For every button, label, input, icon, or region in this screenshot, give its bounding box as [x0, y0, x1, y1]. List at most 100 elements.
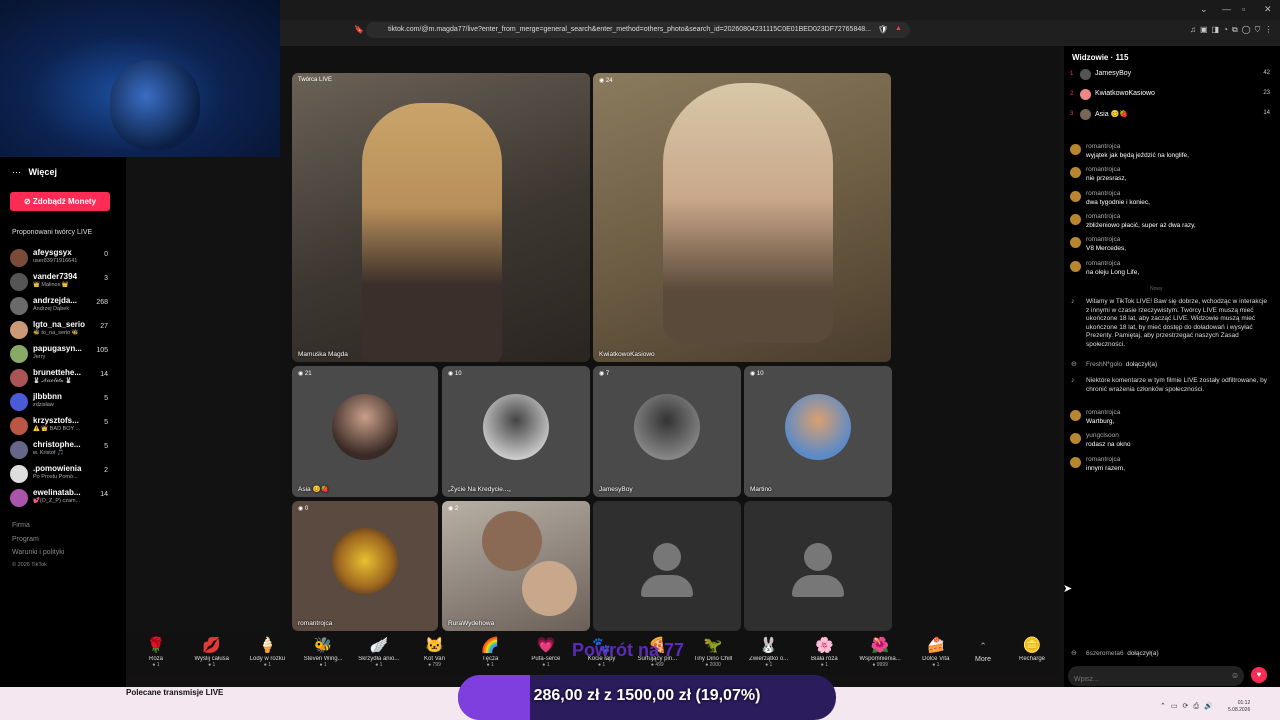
chat-username[interactable]: romantrojca	[1086, 456, 1120, 463]
emoji-icon[interactable]: ☺	[1231, 671, 1239, 680]
rank-number: 3	[1070, 111, 1074, 117]
tile-label: KwiatkowoKasiowo	[599, 351, 655, 358]
chat-username[interactable]: romantrojca	[1086, 166, 1120, 173]
tray-icons[interactable]: ⌃▭⟳⎙🔊	[1160, 702, 1218, 711]
suggested-creators-title: Proponowani twórcy LIVE	[12, 229, 93, 236]
extensions-icon[interactable]: ♫▣◨◔⧉◯⛉⋮	[1190, 25, 1276, 35]
creator-viewer-count: 268	[96, 299, 108, 306]
creator-item[interactable]: vander7394 👑 Malinos 👑 3	[10, 271, 110, 291]
creator-item[interactable]: .pomowienia Po Prostu Pomó... 2	[10, 463, 110, 483]
address-bar[interactable]: tiktok.com/@m.magda77/live?enter_from_me…	[366, 22, 910, 38]
ranking-row[interactable]: 2 KwiatkowoKasiowo 23	[1070, 87, 1270, 105]
gift-item[interactable]: 💋 Wyślij całusa ● 1	[184, 636, 240, 668]
chat-username[interactable]: romantrojca	[1086, 409, 1120, 416]
creator-item[interactable]: ewelinatab... 💕(O_Z_P) czam... 14	[10, 487, 110, 507]
filter-note: Niektóre komentarze w tym filmie LIVE zo…	[1086, 377, 1267, 393]
more-gifts-button[interactable]: ⌃ More	[955, 636, 1011, 663]
creator-item[interactable]: krzysztofs... ⚠️ 👑 BAD BOY ... 5	[10, 415, 110, 435]
creator-name: andrzejda...	[33, 296, 78, 305]
gift-icon: 🐰	[759, 637, 779, 654]
creator-viewer-count: 5	[104, 395, 108, 402]
footer-link-company[interactable]: Firma	[12, 522, 30, 529]
viewers-title[interactable]: Widzowie · 115	[1072, 53, 1128, 62]
footer-link-program[interactable]: Program	[12, 536, 39, 543]
guest-video-tile[interactable]: ◉ 2 RuraWydehowa	[442, 501, 590, 631]
creator-item[interactable]: lgto_na_serio 🐝 to_na_serio 🐝 27	[10, 319, 110, 339]
warning-icon[interactable]: ▲	[895, 25, 902, 32]
stream-overlay-text: Powrót na 77	[572, 640, 685, 660]
creator-item[interactable]: jlbbbnn zdzisław 5	[10, 391, 110, 411]
gift-item[interactable]: 🌺 Wspomnienia... ● 9999	[852, 636, 908, 668]
more-menu[interactable]: ⋯ Więcej	[12, 167, 57, 178]
chat-username[interactable]: romantrojca	[1086, 236, 1120, 243]
rank-number: 2	[1070, 91, 1074, 97]
shield-icon[interactable]: 🛡	[878, 25, 888, 34]
empty-seat-tile[interactable]	[593, 501, 741, 631]
recharge-button[interactable]: 🪙 Recharge	[1004, 636, 1060, 662]
gift-item[interactable]: 🦖 Tiny Dino Chill ● 2000	[685, 636, 741, 668]
chat-username[interactable]: romantrojca	[1086, 190, 1120, 197]
like-heart-button[interactable]: ♥	[1251, 667, 1267, 683]
gift-item[interactable]: 🐰 Zwierzątko o... ● 1	[741, 636, 797, 668]
guest-video-tile[interactable]: ◉ 24 KwiatkowoKasiowo	[593, 73, 891, 362]
join-icon: ⊖	[1071, 650, 1077, 657]
gift-item[interactable]: 🌹 Róża ● 1	[128, 636, 184, 668]
chat-input[interactable]	[1068, 666, 1244, 686]
viewer-count: ◉ 24	[599, 78, 613, 84]
guest-tile[interactable]: ◉ 10 Martino	[744, 366, 892, 497]
creator-viewer-count: 14	[100, 491, 108, 498]
gift-item[interactable]: 🌈 Tęcza ● 1	[462, 636, 518, 668]
gift-item[interactable]: 💗 Pufa-serce ● 1	[518, 636, 574, 668]
guest-tile[interactable]: ◉ 0 romantrojca	[292, 501, 438, 631]
webcam-overlay	[0, 0, 280, 157]
ranking-row[interactable]: 3 Asia 😊🍓 14	[1070, 107, 1270, 125]
guest-tile[interactable]: ◉ 10 „Życie Na Kredycie...„	[442, 366, 590, 497]
empty-seat-tile[interactable]	[744, 501, 892, 631]
chat-username[interactable]: romantrojca	[1086, 143, 1120, 150]
gift-icon: 💗	[536, 637, 556, 654]
host-video-tile[interactable]: Twórca LIVE Mamuśka Magda	[292, 73, 590, 362]
creator-item[interactable]: afeysgsyx user83971916641 0	[10, 247, 110, 267]
join-icon: ⊖	[1071, 361, 1077, 368]
avatar	[10, 273, 28, 291]
gift-item[interactable]: 🐝 Steven Wing... ● 1	[295, 636, 351, 668]
creator-viewer-count: 5	[104, 419, 108, 426]
creator-item[interactable]: brunettehe... 🐰 𝓝𝓲𝓬𝓸𝓵𝓮𝓽𝓪 🐰 14	[10, 367, 110, 387]
chat-text: wyjątek jak będą jeździć na longlife,	[1086, 152, 1189, 159]
creator-name: jlbbbnn	[33, 392, 62, 401]
gift-price: ● 799	[428, 662, 441, 668]
chat-username[interactable]: romantrojca	[1086, 213, 1120, 220]
gift-item[interactable]: 🐱 Kot Van ● 799	[407, 636, 463, 668]
guest-tile[interactable]: ◉ 21 Asia 😊🍓	[292, 366, 438, 497]
gift-item[interactable]: 🌸 Biała róża ● 1	[796, 636, 852, 668]
creator-item[interactable]: papugasyn... Jerry 105	[10, 343, 110, 363]
minimize-window-icon[interactable]: —	[1222, 4, 1231, 14]
guest-tile[interactable]: ◉ 7 JamesyBoy	[593, 366, 741, 497]
close-window-icon[interactable]: ✕	[1264, 4, 1272, 15]
gift-price: ● 1	[208, 662, 216, 668]
creator-item[interactable]: christophe... ᴍ. Kristof 🎵 5	[10, 439, 110, 459]
chat-username[interactable]: yungclsoon	[1086, 432, 1119, 439]
creator-name: papugasyn...	[33, 344, 82, 353]
tab-strip	[280, 0, 1280, 20]
ranking-name: Asia 😊🍓	[1095, 111, 1128, 118]
gift-item[interactable]: 🪽 Skrzydła anio... ● 1	[351, 636, 407, 668]
join-message: 6szerometa6 dołączył(a)	[1086, 650, 1159, 657]
gift-item[interactable]: 🍦 Lody w rożku ● 1	[239, 636, 295, 668]
viewer-count: ◉ 0	[298, 506, 309, 512]
maximize-icon[interactable]: ▫	[1242, 4, 1245, 14]
chat-text: dwa tygodnie i koniec,	[1086, 198, 1150, 206]
tile-label: Mamuśka Magda	[298, 351, 348, 358]
gift-price: ● 1	[263, 662, 271, 668]
minimize-icon[interactable]: ⌄	[1200, 4, 1208, 15]
gift-icon: 🐱	[425, 637, 444, 654]
footer-link-terms[interactable]: Warunki i polityki	[12, 549, 64, 556]
avatar	[10, 249, 28, 267]
ranking-row[interactable]: 1 JamesyBoy 42	[1070, 67, 1270, 85]
creator-item[interactable]: andrzejda... Andrzej Dąbek 268	[10, 295, 110, 315]
get-coins-button[interactable]: ⊘ Zdobądź Monety	[10, 192, 110, 211]
gift-price: ● 9999	[872, 662, 888, 668]
chat-username[interactable]: romantrojca	[1086, 260, 1120, 267]
bookmark-icon[interactable]: 🔖	[354, 25, 364, 34]
avatar	[1080, 69, 1091, 80]
